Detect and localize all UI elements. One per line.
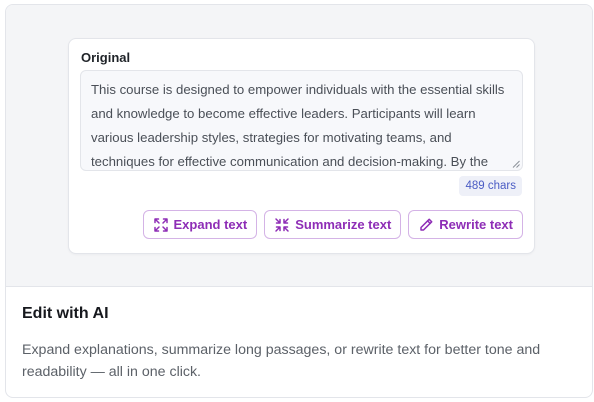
action-buttons: Expand text Summarize text Rewrite text bbox=[142, 210, 523, 239]
rewrite-text-button[interactable]: Rewrite text bbox=[408, 210, 523, 239]
original-textarea[interactable]: This course is designed to empower indiv… bbox=[80, 70, 523, 171]
original-label: Original bbox=[81, 50, 131, 65]
pencil-icon bbox=[420, 218, 433, 231]
original-text: This course is designed to empower indiv… bbox=[91, 82, 505, 169]
char-count-badge: 489 chars bbox=[459, 176, 522, 196]
collapse-icon bbox=[275, 217, 289, 232]
expand-text-label: Expand text bbox=[173, 217, 248, 232]
expand-text-button[interactable]: Expand text bbox=[142, 210, 258, 239]
editor-panel: Original This course is designed to empo… bbox=[68, 38, 535, 254]
feature-description: Expand explanations, summarize long pass… bbox=[22, 342, 541, 380]
summarize-text-label: Summarize text bbox=[295, 217, 392, 232]
resize-handle-icon[interactable] bbox=[512, 160, 520, 168]
feature-title: Edit with AI bbox=[22, 305, 109, 322]
feature-card: Original This course is designed to empo… bbox=[5, 4, 593, 398]
expand-icon bbox=[153, 217, 168, 232]
feature-info: Edit with AI Expand explanations, summar… bbox=[22, 305, 576, 383]
rewrite-text-label: Rewrite text bbox=[439, 217, 513, 232]
preview-area: Original This course is designed to empo… bbox=[6, 5, 592, 287]
summarize-text-button[interactable]: Summarize text bbox=[264, 210, 402, 239]
